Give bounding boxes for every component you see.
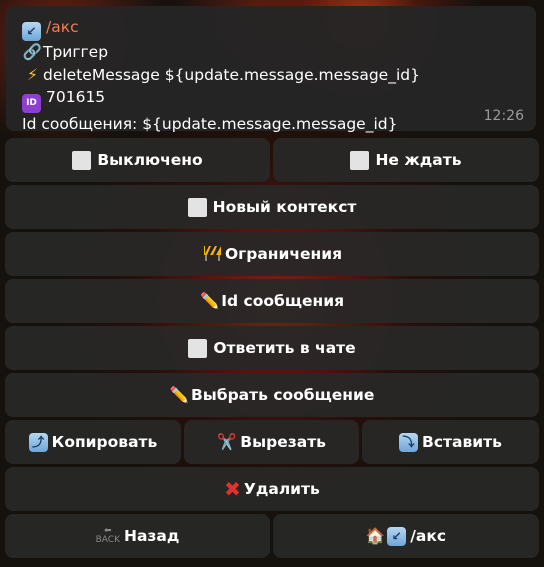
arrow-down-left-icon: ↙ bbox=[387, 526, 407, 546]
white-square-icon bbox=[72, 150, 92, 170]
message-id-button[interactable]: ✏️ Id сообщения bbox=[5, 279, 539, 323]
scissors-icon: ✂️ bbox=[216, 433, 237, 451]
white-square-icon bbox=[350, 150, 370, 170]
white-square-icon bbox=[188, 338, 208, 358]
copy-label: Копировать bbox=[51, 433, 158, 451]
bot-message: ↙ /акс 🔗Триггер ⚡ deleteMessage ${update.m… bbox=[6, 6, 536, 133]
message-time: 12:26 bbox=[483, 107, 524, 124]
back-arrow-icon: ⬅ BACK bbox=[95, 526, 120, 545]
cross-icon: ✖ bbox=[224, 477, 241, 501]
action-line: ⚡ deleteMessage ${update.message.message_… bbox=[22, 64, 522, 87]
arrow-down-left-icon: ↙ bbox=[22, 22, 41, 41]
id-value: 701615 bbox=[46, 88, 106, 106]
no-wait-button[interactable]: Не ждать bbox=[273, 138, 539, 182]
cut-button[interactable]: ✂️ Вырезать bbox=[184, 420, 359, 464]
construction-icon bbox=[202, 243, 223, 266]
pencil-icon: ✏️ bbox=[169, 386, 189, 404]
house-icon: 🏠 bbox=[365, 527, 386, 545]
id-line: ID 701615 bbox=[22, 86, 522, 113]
restrictions-label: Ограничения bbox=[224, 245, 343, 263]
choose-message-label: Выбрать сообщение bbox=[190, 386, 375, 404]
message-title-line: ↙ /акс bbox=[22, 16, 522, 41]
back-label: Назад bbox=[123, 527, 180, 545]
paste-button[interactable]: ⤵ Вставить bbox=[362, 420, 539, 464]
no-wait-label: Не ждать bbox=[375, 151, 462, 169]
reply-in-chat-button[interactable]: Ответить в чате bbox=[5, 326, 539, 370]
action-text: deleteMessage ${update.message.message_i… bbox=[43, 65, 420, 84]
new-context-label: Новый контекст bbox=[212, 198, 357, 216]
id-icon: ID bbox=[22, 94, 41, 113]
new-context-button[interactable]: Новый контекст bbox=[5, 185, 539, 229]
delete-button[interactable]: ✖ Удалить bbox=[5, 467, 539, 511]
message-id-label: Id сообщения bbox=[221, 292, 345, 310]
link-icon: 🔗 bbox=[22, 43, 43, 61]
paste-label: Вставить bbox=[422, 433, 502, 451]
choose-message-button[interactable]: ✏️ Выбрать сообщение bbox=[5, 373, 539, 417]
home-path-button[interactable]: 🏠 ↙/акс bbox=[273, 514, 539, 558]
lightning-icon: ⚡ bbox=[27, 65, 38, 84]
cut-label: Вырезать bbox=[240, 433, 326, 451]
message-id-line: Id сообщения: ${update.message.message_i… bbox=[22, 113, 522, 136]
home-path-label: /акс bbox=[410, 527, 447, 545]
message-title[interactable]: /акс bbox=[46, 18, 79, 36]
restrictions-button[interactable]: Ограничения bbox=[5, 232, 539, 276]
white-square-icon bbox=[187, 197, 207, 217]
back-button[interactable]: ⬅ BACK Назад bbox=[5, 514, 270, 558]
disabled-label: Выключено bbox=[97, 151, 203, 169]
message-id-text: Id сообщения: ${update.message.message_i… bbox=[22, 115, 398, 133]
reply-in-chat-label: Ответить в чате bbox=[213, 339, 356, 357]
disabled-button[interactable]: Выключено bbox=[5, 138, 270, 182]
pencil-icon: ✏️ bbox=[199, 292, 220, 310]
arrow-down-icon: ⤵ bbox=[399, 432, 419, 452]
trigger-label: Триггер bbox=[43, 43, 109, 61]
trigger-line: 🔗Триггер bbox=[22, 41, 522, 64]
arrow-up-icon: ⤴ bbox=[28, 432, 48, 452]
copy-button[interactable]: ⤴ Копировать bbox=[5, 420, 181, 464]
delete-label: Удалить bbox=[243, 480, 320, 498]
